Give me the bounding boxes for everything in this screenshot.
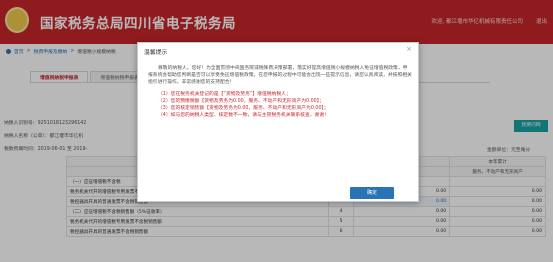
notice-dialog: 温馨提示 × 尊敬的纳税人，您好！为全面贯彻中央国务院减税降费决策部署，落实好提…	[137, 42, 419, 202]
confirm-button[interactable]: 确定	[350, 187, 394, 199]
dialog-title: 温馨提示	[144, 50, 168, 56]
dialog-item: （2）您的预缴税额【货物及劳务为0.00，服务、不动产和无形资产为0.00】；	[158, 98, 324, 104]
dialog-intro: 尊敬的纳税人，您好！为全面贯彻中央国务院减税降费决策部署，落实好提高增值税小规模…	[148, 66, 412, 86]
dialog-item: （4）如与您的纳税人类型、核定数不一致，请与主管税务机关联系核查，谢谢！	[158, 113, 329, 119]
dialog-body: 尊敬的纳税人，您好！为全面贯彻中央国务院减税降费决策部署，落实好提高增值税小规模…	[148, 65, 412, 119]
dialog-item-list: （1）您在税务机关登记的是【“货物及劳务”】增值税纳税人； （2）您的预缴税额【…	[148, 91, 412, 120]
dialog-item: （1）您在税务机关登记的是【“货物及劳务”】增值税纳税人；	[158, 91, 291, 97]
close-icon[interactable]: ×	[406, 46, 412, 53]
dialog-item: （3）您的核定销售额【货物及劳务为0.00，服务、不动产和无形资产为0.00】；	[158, 106, 329, 112]
